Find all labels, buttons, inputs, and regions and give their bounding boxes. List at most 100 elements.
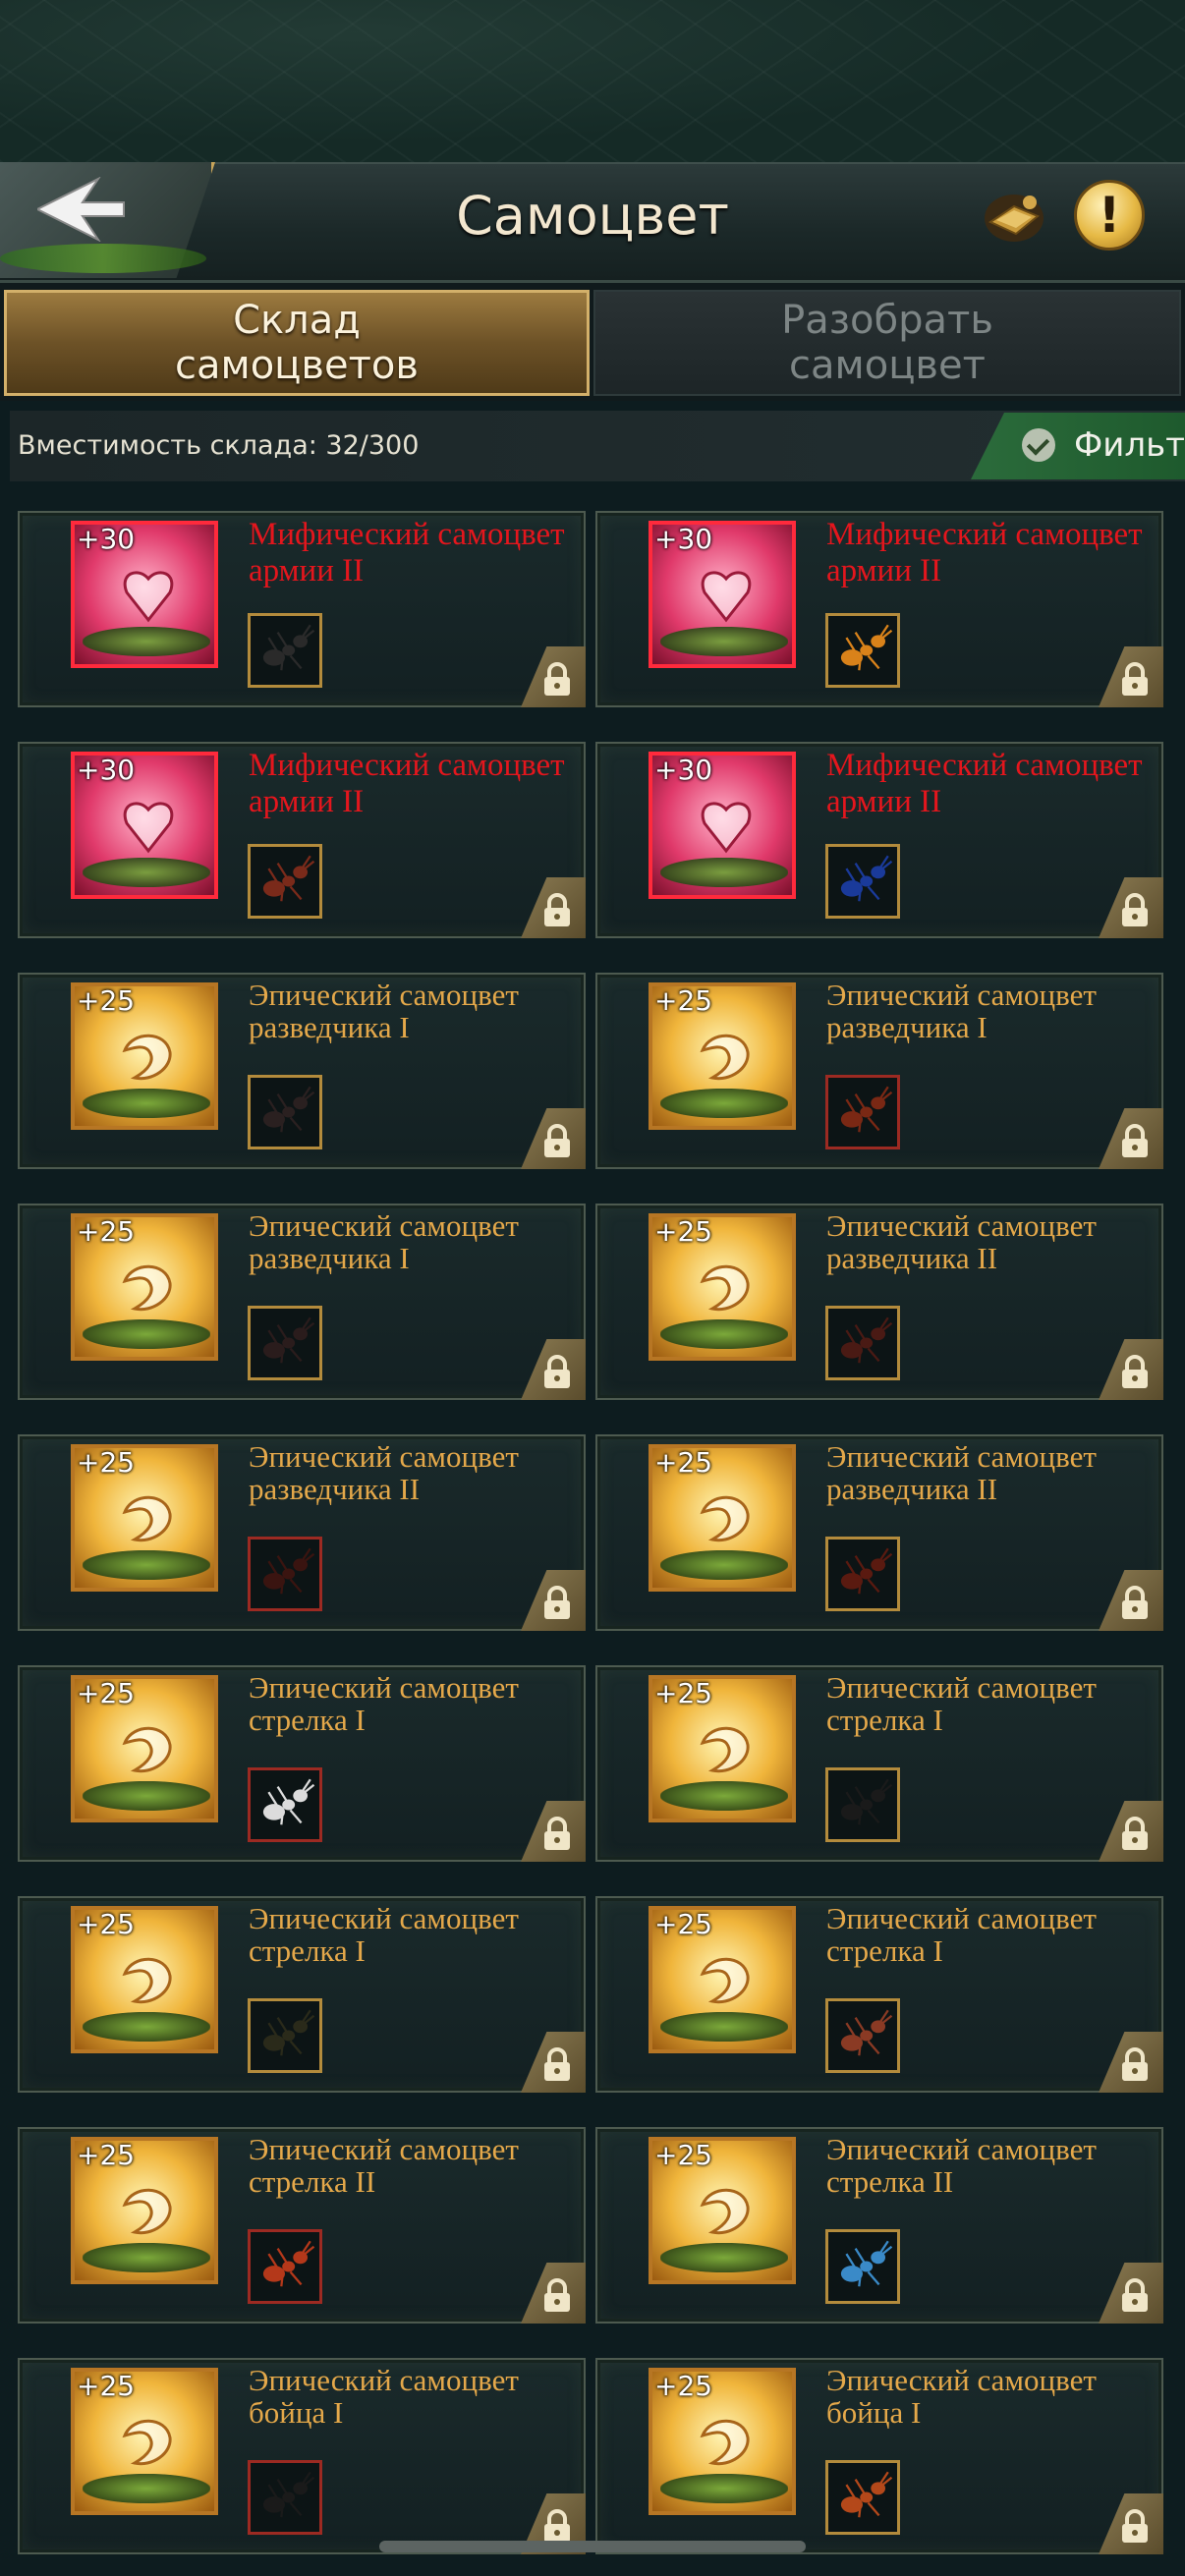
gem-card[interactable]: +25 Эпический самоцвет стрелка II	[18, 2127, 586, 2324]
unit-ant-icon	[825, 1537, 900, 1611]
lock-icon[interactable]	[540, 1124, 574, 1159]
gem-card[interactable]: +25 Эпический самоцвет стрелка II	[595, 2127, 1163, 2324]
lock-icon[interactable]	[1118, 662, 1152, 698]
lock-icon[interactable]	[540, 2509, 574, 2545]
filter-label: Фильт	[1074, 425, 1185, 465]
gem-symbol-icon	[701, 802, 752, 854]
gem-symbol-icon	[122, 1957, 172, 2004]
lock-icon[interactable]	[1118, 1355, 1152, 1390]
gem-card[interactable]: +25 Эпический самоцвет разведчика I	[595, 973, 1163, 1169]
gem-card[interactable]: +25 Эпический самоцвет разведчика II	[18, 1434, 586, 1631]
ant-icon	[262, 624, 315, 671]
gem-level: +25	[654, 984, 713, 1017]
lock-icon[interactable]	[540, 1586, 574, 1621]
gem-symbol-icon	[700, 1726, 750, 1773]
gem-name: Эпический самоцвет разведчика II	[826, 1208, 1097, 1275]
unit-ant-icon	[248, 2229, 322, 2304]
gem-card[interactable]: +30 Мифический самоцвет армии II	[18, 742, 586, 938]
gem-name: Эпический самоцвет бойца I	[826, 2363, 1097, 2430]
gem-name: Эпический самоцвет стрелка I	[826, 1901, 1097, 1968]
gem-symbol-icon	[700, 1957, 750, 2004]
gem-card[interactable]: +25 Эпический самоцвет стрелка I	[18, 1665, 586, 1862]
gem-card[interactable]: +25 Эпический самоцвет бойца I	[595, 2358, 1163, 2554]
gem-card[interactable]: +25 Эпический самоцвет разведчика II	[595, 1204, 1163, 1400]
gem-level: +25	[77, 1908, 136, 1940]
lock-icon[interactable]	[540, 1355, 574, 1390]
gem-name: Эпический самоцвет стрелка I	[826, 1670, 1097, 1737]
vine-decoration	[0, 244, 206, 273]
ant-icon	[840, 624, 893, 671]
lock-icon[interactable]	[1118, 2278, 1152, 2314]
unit-ant-icon	[248, 1306, 322, 1380]
moss-decoration	[660, 1781, 788, 1811]
gem-symbol-icon	[122, 2419, 172, 2466]
info-icon[interactable]: !	[1074, 180, 1145, 251]
moss-decoration	[660, 627, 788, 656]
moss-decoration	[660, 2243, 788, 2272]
moss-decoration	[83, 2243, 210, 2272]
lock-icon[interactable]	[1118, 1586, 1152, 1621]
lock-icon[interactable]	[540, 893, 574, 928]
gem-symbol-icon	[700, 1264, 750, 1312]
gem-symbol-icon	[122, 1495, 172, 1542]
gem-card[interactable]: +30 Мифический самоцвет армии II	[18, 511, 586, 707]
gem-symbol-icon	[122, 1726, 172, 1773]
lock-icon[interactable]	[540, 2278, 574, 2314]
moss-decoration	[83, 1781, 210, 1811]
tab-gem-storage[interactable]: Склад самоцветов	[4, 290, 590, 396]
unit-ant-icon	[825, 1075, 900, 1149]
gem-card[interactable]: +25 Эпический самоцвет стрелка I	[595, 1896, 1163, 2093]
gem-name: Эпический самоцвет разведчика II	[826, 1439, 1097, 1506]
gem-name: Эпический самоцвет стрелка I	[249, 1901, 519, 1968]
lock-icon[interactable]	[1118, 2047, 1152, 2083]
gem-symbol-icon	[122, 1034, 172, 1081]
gem-level: +25	[654, 1908, 713, 1940]
ant-icon	[262, 1778, 315, 1825]
lock-icon[interactable]	[1118, 2509, 1152, 2545]
ant-icon	[262, 855, 315, 902]
check-icon	[1022, 428, 1055, 462]
gem-card[interactable]: +25 Эпический самоцвет разведчика I	[18, 1204, 586, 1400]
lock-icon[interactable]	[1118, 1817, 1152, 1852]
gem-card[interactable]: +25 Эпический самоцвет бойца I	[18, 2358, 586, 2554]
lock-icon[interactable]	[540, 1817, 574, 1852]
moss-decoration	[660, 1319, 788, 1349]
gem-name: Эпический самоцвет разведчика I	[249, 978, 519, 1044]
gem-level: +30	[654, 523, 713, 555]
gem-symbol-icon	[122, 1264, 172, 1312]
gem-card[interactable]: +25 Эпический самоцвет стрелка I	[18, 1896, 586, 2093]
back-arrow-icon[interactable]	[37, 177, 126, 242]
tab-dismantle-gem[interactable]: Разобрать самоцвет	[593, 290, 1181, 396]
moss-decoration	[83, 627, 210, 656]
ant-icon	[840, 1086, 893, 1133]
gem-level: +25	[77, 984, 136, 1017]
gem-level: +25	[654, 1677, 713, 1709]
gem-name: Эпический самоцвет разведчика I	[249, 1208, 519, 1275]
moss-decoration	[83, 1319, 210, 1349]
gem-name: Мифический самоцвет армии II	[249, 748, 565, 819]
gem-card[interactable]: +25 Эпический самоцвет разведчика II	[595, 1434, 1163, 1631]
gem-symbol-icon	[122, 2188, 172, 2235]
gem-card[interactable]: +25 Эпический самоцвет разведчика I	[18, 973, 586, 1169]
page-title: Самоцвет	[456, 185, 729, 247]
gem-card[interactable]: +30 Мифический самоцвет армии II	[595, 511, 1163, 707]
gem-card[interactable]: +30 Мифический самоцвет армии II	[595, 742, 1163, 938]
unit-ant-icon	[825, 2229, 900, 2304]
unit-ant-icon	[825, 844, 900, 919]
moss-decoration	[83, 1089, 210, 1118]
lock-icon[interactable]	[1118, 893, 1152, 928]
gem-level: +30	[654, 754, 713, 786]
gem-level: +25	[77, 2370, 136, 2402]
lock-icon[interactable]	[540, 2047, 574, 2083]
ant-icon	[840, 2009, 893, 2056]
lock-icon[interactable]	[1118, 1124, 1152, 1159]
lock-icon[interactable]	[540, 662, 574, 698]
book-icon[interactable]	[983, 187, 1045, 246]
ant-icon	[840, 855, 893, 902]
moss-decoration	[660, 1089, 788, 1118]
top-background	[0, 0, 1185, 162]
gem-card[interactable]: +25 Эпический самоцвет стрелка I	[595, 1665, 1163, 1862]
moss-decoration	[83, 858, 210, 887]
gem-level: +25	[654, 1215, 713, 1248]
ant-icon	[262, 1086, 315, 1133]
